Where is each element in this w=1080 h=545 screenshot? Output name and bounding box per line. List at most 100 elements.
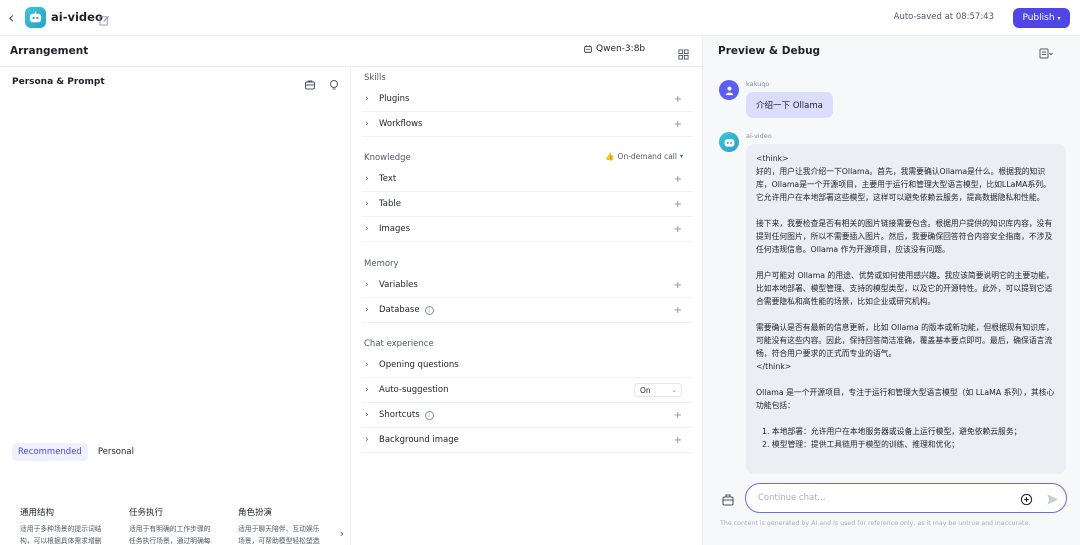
row-label: Opening questions	[379, 360, 459, 370]
chevron-right-icon: ›	[365, 435, 369, 445]
row-label: Shortcuts	[379, 410, 420, 420]
preview-panel: Preview & Debug kakuqo 介绍一下 Ollama ai-vi…	[704, 36, 1080, 545]
chevron-right-icon: ›	[365, 199, 369, 209]
row-label: Workflows	[379, 119, 423, 129]
row-variables[interactable]: › Variables +	[362, 273, 692, 298]
plus-icon[interactable]: +	[674, 94, 682, 105]
template-card[interactable]: 任务执行 适用于有明确的工作步骤的任务执行场景，通过明确每一步骤的工作要求...	[121, 499, 224, 545]
bot-paragraph: 接下来，我要检查是否有相关的图片链接需要包含。根据用户提供的知识库内容，没有提到…	[756, 219, 1053, 254]
info-icon[interactable]: i	[424, 410, 434, 420]
row-table[interactable]: › Table +	[362, 192, 692, 217]
arrangement-title: Arrangement	[10, 45, 89, 57]
skills-column: Skills › Plugins + › Workflows + Knowled…	[352, 67, 703, 545]
row-label: Images	[379, 224, 411, 234]
chat-input-box	[745, 483, 1067, 513]
preview-title: Preview & Debug	[718, 45, 821, 57]
add-attachment-icon[interactable]	[1020, 491, 1033, 506]
row-label: Auto-suggestion	[379, 385, 449, 395]
caret-down-icon: ▾	[1057, 14, 1061, 22]
row-shortcuts[interactable]: › Shortcuts i +	[362, 403, 692, 428]
model-selector[interactable]: Qwen-3:8b	[583, 44, 645, 54]
template-card[interactable]: 通用结构 适用于多种场景的提示词结构，可以根据具体需求增删对应模块	[12, 499, 115, 545]
bot-name: ai-video	[746, 132, 772, 140]
row-text[interactable]: › Text +	[362, 167, 692, 192]
publish-button[interactable]: Publish ▾	[1013, 8, 1070, 28]
section-memory: Memory	[364, 259, 399, 269]
row-workflows[interactable]: › Workflows +	[362, 112, 692, 137]
row-images[interactable]: › Images +	[362, 217, 692, 242]
plus-icon[interactable]: +	[674, 435, 682, 446]
chevron-down-icon: ⌄	[671, 386, 677, 394]
app-logo-icon	[25, 7, 46, 28]
template-title: 任务执行	[129, 508, 164, 518]
plus-icon[interactable]: +	[674, 119, 682, 130]
info-icon[interactable]: i	[424, 305, 434, 315]
persona-section: Persona & Prompt Recommended Personal 通用…	[0, 67, 351, 545]
prompt-library-icon[interactable]	[304, 76, 316, 90]
tab-recommended[interactable]: Recommended	[12, 443, 88, 461]
plus-icon[interactable]: +	[674, 174, 682, 185]
section-chat-experience: Chat experience	[364, 339, 434, 349]
plus-icon[interactable]: +	[674, 224, 682, 235]
chevron-right-icon[interactable]: ›	[340, 527, 344, 540]
bot-paragraph: 1. 本地部署：允许用户在本地服务器或设备上运行模型，避免依赖云服务；	[762, 427, 1022, 436]
row-label: Database	[379, 305, 420, 315]
top-bar: ‹ ai-video Auto-saved at 08:57:43 Publis…	[0, 0, 1080, 36]
chevron-right-icon: ›	[365, 94, 369, 104]
tab-personal[interactable]: Personal	[92, 443, 140, 461]
chevron-right-icon: ›	[365, 174, 369, 184]
plus-icon[interactable]: +	[674, 280, 682, 291]
plus-icon[interactable]: +	[674, 305, 682, 316]
autosave-status: Auto-saved at 08:57:43	[893, 12, 994, 22]
template-cards: 通用结构 适用于多种场景的提示词结构，可以根据具体需求增删对应模块 任务执行 适…	[12, 499, 342, 545]
template-desc: 适用于多种场景的提示词结构，可以根据具体需求增删对应模块	[20, 525, 102, 545]
template-desc: 适用于有明确的工作步骤的任务执行场景，通过明确每一步骤的工作要求...	[129, 525, 211, 545]
template-card[interactable]: 角色扮演 适用于聊天陪伴、互动娱乐场景，可帮助模型轻松塑造个性化的人物角色...	[230, 499, 333, 545]
row-database[interactable]: › Database i +	[362, 298, 692, 323]
chevron-right-icon: ›	[365, 410, 369, 420]
plus-icon[interactable]: +	[674, 410, 682, 421]
auto-suggestion-select[interactable]: On ⌄	[634, 383, 682, 397]
chevron-right-icon: ›	[365, 280, 369, 290]
bot-paragraph: 用户可能对 Ollama 的用途、优势或如何使用感兴趣。我应该简要说明它的主要功…	[756, 271, 1054, 306]
chevron-right-icon: ›	[365, 360, 369, 370]
row-auto-suggestion[interactable]: › Auto-suggestion On ⌄	[362, 378, 692, 403]
chevron-right-icon: ›	[365, 385, 369, 395]
user-icon	[725, 86, 733, 95]
optimize-bulb-icon[interactable]	[328, 76, 340, 90]
bot-avatar	[719, 132, 739, 152]
template-desc: 适用于聊天陪伴、互动娱乐场景，可帮助模型轻松塑造个性化的人物角色...	[238, 525, 320, 545]
row-opening-questions[interactable]: › Opening questions	[362, 353, 692, 378]
row-label: Table	[379, 199, 401, 209]
arrangement-panel: Arrangement Qwen-3:8b Persona & Prompt R…	[0, 36, 703, 545]
caret-down-icon: ▾	[679, 153, 683, 160]
model-icon	[584, 45, 592, 53]
layout-grid-icon[interactable]	[678, 45, 689, 60]
thumb-icon: 👍	[605, 152, 615, 161]
select-value: On	[640, 385, 651, 395]
publish-label: Publish	[1022, 13, 1055, 23]
back-arrow-icon[interactable]: ‹	[8, 10, 22, 26]
template-title: 角色扮演	[238, 508, 273, 518]
message-fade	[746, 444, 1066, 474]
chat-input[interactable]	[758, 490, 1008, 506]
clear-history-icon[interactable]	[721, 492, 735, 506]
send-icon[interactable]	[1046, 491, 1059, 505]
row-label: Plugins	[379, 94, 410, 104]
bot-paragraph: 需要确认是否有最新的信息更新，比如 Ollama 的版本或新功能，但根据现有知识…	[756, 323, 1054, 371]
debug-menu-icon[interactable]	[1039, 45, 1053, 59]
row-label: Variables	[379, 280, 418, 290]
row-background-image[interactable]: › Background image +	[362, 428, 692, 453]
bot-paragraph: <think> 好的，用户让我介绍一下Ollama。首先，我需要确认Ollama…	[756, 154, 1051, 202]
persona-title: Persona & Prompt	[12, 77, 105, 87]
row-plugins[interactable]: › Plugins +	[362, 87, 692, 112]
plus-icon[interactable]: +	[674, 199, 682, 210]
edit-icon[interactable]	[99, 11, 110, 26]
section-skills: Skills	[364, 73, 386, 83]
row-label: Background image	[379, 435, 459, 445]
bot-message: <think> 好的，用户让我介绍一下Ollama。首先，我需要确认Ollama…	[746, 144, 1066, 474]
chevron-right-icon: ›	[365, 305, 369, 315]
ondemand-call-selector[interactable]: 👍 On-demand call ▾	[605, 152, 683, 161]
template-title: 通用结构	[20, 508, 55, 518]
bot-paragraph: Ollama 是一个开源项目，专注于运行和管理大型语言模型（如 LLaMA 系列…	[756, 388, 1055, 410]
